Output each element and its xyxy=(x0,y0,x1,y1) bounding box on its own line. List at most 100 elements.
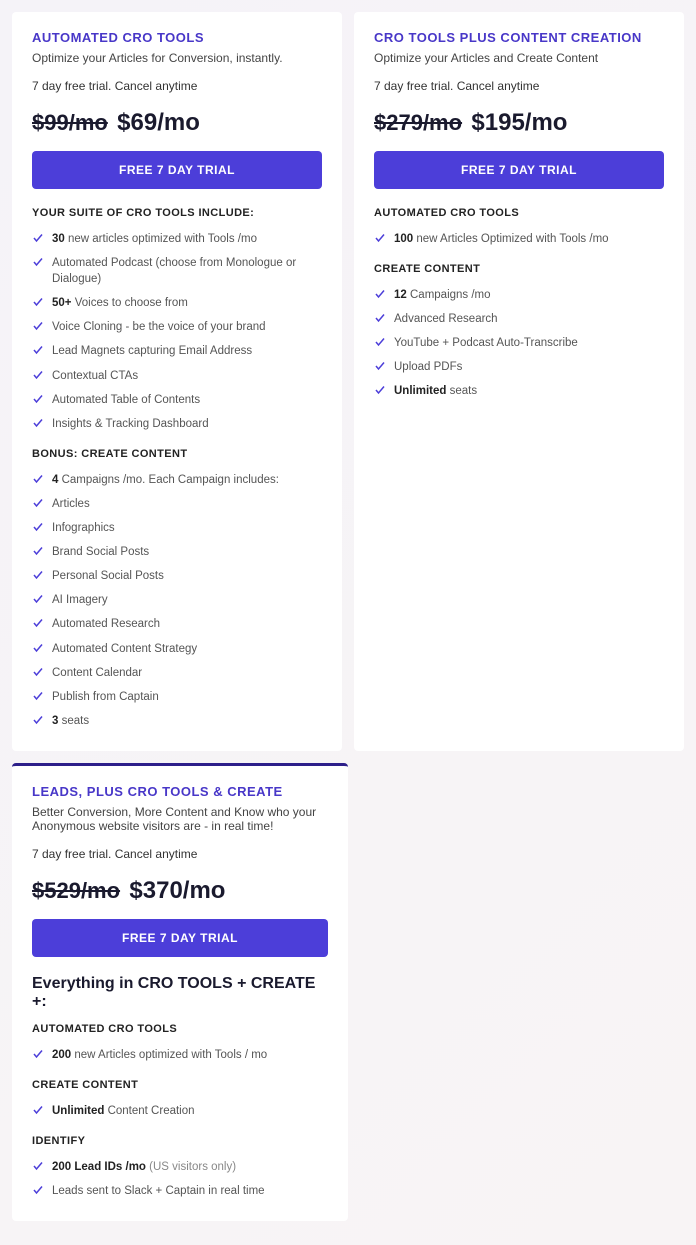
feature-text: Advanced Research xyxy=(394,313,498,325)
feature-item: Infographics xyxy=(32,516,322,540)
feature-text: new Articles Optimized with Tools /mo xyxy=(413,233,608,245)
feature-bold: 200 Lead IDs /mo xyxy=(52,1161,146,1173)
price-current: $195/mo xyxy=(471,109,567,136)
check-icon xyxy=(32,690,44,702)
feature-text: Lead Magnets capturing Email Address xyxy=(52,345,252,357)
check-icon xyxy=(32,232,44,244)
feature-item: 30 new articles optimized with Tools /mo xyxy=(32,227,322,251)
check-icon xyxy=(32,617,44,629)
feature-item: 4 Campaigns /mo. Each Campaign includes: xyxy=(32,468,322,492)
check-icon xyxy=(32,296,44,308)
feature-item: Contextual CTAs xyxy=(32,364,322,388)
feature-text: Publish from Captain xyxy=(52,691,159,703)
feature-text: Voice Cloning - be the voice of your bra… xyxy=(52,321,266,333)
free-trial-button[interactable]: FREE 7 DAY TRIAL xyxy=(32,151,322,189)
feature-item: Automated Table of Contents xyxy=(32,388,322,412)
price-current: $69/mo xyxy=(117,109,200,136)
price-original: $99/mo xyxy=(32,110,108,135)
feature-item: Leads sent to Slack + Captain in real ti… xyxy=(32,1179,328,1203)
feature-bold: Unlimited xyxy=(394,385,446,397)
feature-item: Automated Research xyxy=(32,612,322,636)
free-trial-button[interactable]: FREE 7 DAY TRIAL xyxy=(32,919,328,957)
feature-text: YouTube + Podcast Auto-Transcribe xyxy=(394,337,578,349)
check-icon xyxy=(32,666,44,678)
feature-item: Advanced Research xyxy=(374,307,664,331)
trial-note: 7 day free trial. Cancel anytime xyxy=(32,847,328,861)
card-subtitle: Better Conversion, More Content and Know… xyxy=(32,805,328,833)
feature-text: Campaigns /mo. Each Campaign includes: xyxy=(58,474,279,486)
price-row: $279/mo $195/mo xyxy=(374,109,664,137)
feature-item: 200 Lead IDs /mo (US visitors only) xyxy=(32,1155,328,1179)
feature-bold: 30 xyxy=(52,233,65,245)
section-head: CREATE CONTENT xyxy=(374,263,664,275)
trial-note: 7 day free trial. Cancel anytime xyxy=(32,79,322,93)
feature-text: Contextual CTAs xyxy=(52,370,138,382)
check-icon xyxy=(32,545,44,557)
feature-item: Insights & Tracking Dashboard xyxy=(32,412,322,436)
card-subtitle: Optimize your Articles and Create Conten… xyxy=(374,51,664,65)
feature-text: seats xyxy=(58,715,89,727)
feature-text: Infographics xyxy=(52,522,115,534)
feature-text: Content Creation xyxy=(104,1105,194,1117)
card-title: AUTOMATED CRO TOOLS xyxy=(32,30,322,45)
feature-item: Brand Social Posts xyxy=(32,540,322,564)
pricing-card-cro: AUTOMATED CRO TOOLS Optimize your Articl… xyxy=(12,12,342,751)
pricing-card-plus: CRO TOOLS PLUS CONTENT CREATION Optimize… xyxy=(354,12,684,751)
section-head: BONUS: CREATE CONTENT xyxy=(32,448,322,460)
feature-text: Automated Research xyxy=(52,618,160,630)
feature-item: 50+ Voices to choose from xyxy=(32,291,322,315)
feature-item: Voice Cloning - be the voice of your bra… xyxy=(32,315,322,339)
feature-text: Personal Social Posts xyxy=(52,570,164,582)
check-icon xyxy=(374,232,386,244)
section-head: YOUR SUITE OF CRO TOOLS INCLUDE: xyxy=(32,207,322,219)
feature-list-leads-3: 200 Lead IDs /mo (US visitors only) Leads… xyxy=(32,1155,328,1203)
check-icon xyxy=(32,593,44,605)
check-icon xyxy=(374,312,386,324)
feature-list-leads-2: Unlimited Content Creation xyxy=(32,1099,328,1123)
feature-item: YouTube + Podcast Auto-Transcribe xyxy=(374,331,664,355)
feature-text: new Articles optimized with Tools / mo xyxy=(71,1049,267,1061)
feature-item: Articles xyxy=(32,492,322,516)
feature-bold: 50+ xyxy=(52,297,72,309)
check-icon xyxy=(32,521,44,533)
feature-item: 12 Campaigns /mo xyxy=(374,283,664,307)
feature-text: (US visitors only) xyxy=(146,1161,236,1173)
feature-item: Lead Magnets capturing Email Address xyxy=(32,339,322,363)
feature-text: Brand Social Posts xyxy=(52,546,149,558)
feature-text: Upload PDFs xyxy=(394,361,462,373)
feature-bold: 200 xyxy=(52,1049,71,1061)
feature-list-cro-1: 30 new articles optimized with Tools /mo… xyxy=(32,227,322,436)
trial-note: 7 day free trial. Cancel anytime xyxy=(374,79,664,93)
feature-list-leads-1: 200 new Articles optimized with Tools / … xyxy=(32,1043,328,1067)
feature-text: Automated Content Strategy xyxy=(52,643,197,655)
check-icon xyxy=(32,1184,44,1196)
section-head: AUTOMATED CRO TOOLS xyxy=(32,1023,328,1035)
feature-item: Automated Podcast (choose from Monologue… xyxy=(32,251,322,291)
feature-text: Automated Table of Contents xyxy=(52,394,200,406)
section-head: AUTOMATED CRO TOOLS xyxy=(374,207,664,219)
check-icon xyxy=(374,288,386,300)
check-icon xyxy=(32,473,44,485)
card-subtitle: Optimize your Articles for Conversion, i… xyxy=(32,51,322,65)
section-head: IDENTIFY xyxy=(32,1135,328,1147)
check-icon xyxy=(32,1104,44,1116)
feature-item: 100 new Articles Optimized with Tools /m… xyxy=(374,227,664,251)
pricing-card-leads: LEADS, PLUS CRO TOOLS & CREATE Better Co… xyxy=(12,763,348,1221)
check-icon xyxy=(374,384,386,396)
feature-bold: Unlimited xyxy=(52,1105,104,1117)
check-icon xyxy=(374,360,386,372)
free-trial-button[interactable]: FREE 7 DAY TRIAL xyxy=(374,151,664,189)
feature-bold: 12 xyxy=(394,289,407,301)
price-original: $279/mo xyxy=(374,110,462,135)
check-icon xyxy=(32,344,44,356)
check-icon xyxy=(32,1048,44,1060)
check-icon xyxy=(32,714,44,726)
feature-item: AI Imagery xyxy=(32,588,322,612)
price-original: $529/mo xyxy=(32,878,120,903)
feature-text: AI Imagery xyxy=(52,594,108,606)
feature-text: new articles optimized with Tools /mo xyxy=(65,233,257,245)
card-title: CRO TOOLS PLUS CONTENT CREATION xyxy=(374,30,664,45)
feature-text: Leads sent to Slack + Captain in real ti… xyxy=(52,1185,265,1197)
feature-list-cro-2: 4 Campaigns /mo. Each Campaign includes:… xyxy=(32,468,322,733)
feature-item: Unlimited seats xyxy=(374,379,664,403)
